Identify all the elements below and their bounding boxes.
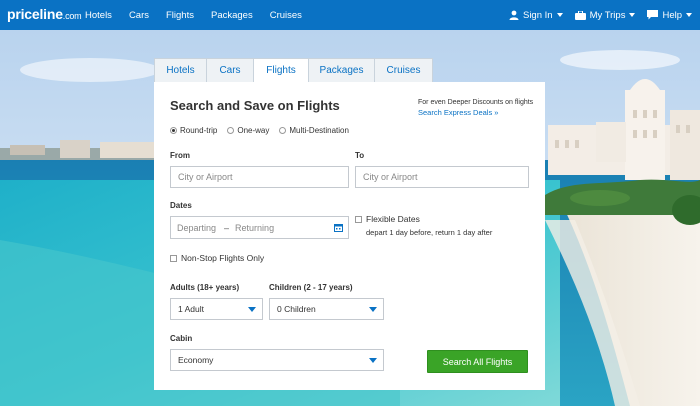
radio-multi-destination[interactable]: Multi-Destination (279, 126, 349, 135)
returning-placeholder: Returning (235, 222, 275, 233)
from-label: From (170, 151, 190, 160)
tab-packages[interactable]: Packages (308, 58, 375, 82)
nav-hotels[interactable]: Hotels (85, 10, 112, 21)
checkbox-icon (355, 215, 362, 223)
chat-bubble-icon (647, 10, 659, 20)
to-input[interactable] (363, 172, 528, 182)
departing-placeholder: Departing (177, 222, 217, 233)
nav-cars[interactable]: Cars (129, 10, 149, 21)
adults-value: 1 Adult (178, 304, 204, 314)
nav-flights[interactable]: Flights (166, 10, 194, 21)
checkbox-icon (170, 254, 177, 262)
to-field[interactable] (355, 166, 529, 188)
chevron-down-icon (556, 13, 563, 17)
tab-cars[interactable]: Cars (206, 58, 254, 82)
chevron-down-icon (629, 13, 636, 17)
flexible-dates-note: depart 1 day before, return 1 day after (366, 228, 493, 237)
radio-selected-icon (170, 127, 177, 134)
nonstop-label: Non-Stop Flights Only (181, 253, 265, 263)
product-tabs: Hotels Cars Flights Packages Cruises (154, 58, 433, 82)
tab-flights[interactable]: Flights (253, 58, 309, 82)
top-nav-bar: priceline.com Hotels Cars Flights Packag… (0, 0, 700, 30)
flexible-dates-label: Flexible Dates (366, 214, 420, 224)
dates-picker[interactable]: Departing – Returning (170, 216, 349, 239)
nav-cruises[interactable]: Cruises (270, 10, 302, 21)
to-label: To (355, 151, 365, 160)
radio-unselected-icon (279, 127, 287, 134)
flexible-dates-checkbox[interactable]: Flexible Dates (355, 214, 420, 224)
search-all-flights-button[interactable]: Search All Flights (427, 350, 528, 373)
suitcase-icon (574, 10, 586, 20)
nonstop-checkbox[interactable]: Non-Stop Flights Only (170, 253, 264, 263)
children-label: Children (2 - 17 years) (269, 283, 353, 292)
cabin-label: Cabin (170, 334, 193, 343)
dropdown-arrow-icon (369, 307, 377, 312)
help-menu[interactable]: Help (647, 10, 692, 21)
radio-round-trip[interactable]: Round-trip (170, 126, 217, 135)
radio-unselected-icon (227, 127, 235, 134)
logo-text: priceline (7, 6, 63, 22)
my-trips-label: My Trips (589, 9, 626, 21)
sign-in-menu[interactable]: Sign In (509, 10, 563, 21)
tab-hotels[interactable]: Hotels (154, 58, 207, 82)
adults-select[interactable]: 1 Adult (170, 298, 263, 320)
from-field[interactable] (170, 166, 349, 188)
chevron-down-icon (686, 13, 692, 17)
trip-type-group: Round-trip One-way Multi-Destination (170, 126, 359, 135)
dates-label: Dates (170, 201, 192, 210)
tab-cruises[interactable]: Cruises (374, 58, 433, 82)
flight-search-form: Search and Save on Flights For even Deep… (154, 82, 545, 390)
express-deals-promo: For even Deeper Discounts on flights (418, 99, 534, 106)
radio-label: One-way (237, 126, 270, 135)
priceline-logo[interactable]: priceline.com (7, 6, 82, 22)
my-trips-menu[interactable]: My Trips (574, 9, 636, 21)
radio-label: Round-trip (180, 126, 218, 135)
user-icon (509, 10, 519, 20)
form-title: Search and Save on Flights (170, 98, 340, 113)
logo-suffix: .com (62, 11, 82, 21)
cabin-select[interactable]: Economy (170, 349, 384, 371)
children-select[interactable]: 0 Children (269, 298, 384, 320)
adults-label: Adults (18+ years) (170, 283, 240, 292)
express-deals-link[interactable]: Search Express Deals » (418, 108, 498, 117)
children-value: 0 Children (277, 304, 316, 314)
radio-label: Multi-Destination (289, 126, 349, 135)
cabin-value: Economy (178, 355, 214, 365)
nav-packages[interactable]: Packages (211, 10, 253, 21)
calendar-icon (334, 224, 343, 232)
from-input[interactable] (178, 172, 348, 182)
sign-in-label: Sign In (522, 9, 553, 21)
main-nav: Hotels Cars Flights Packages Cruises (85, 0, 319, 30)
help-label: Help (662, 9, 682, 21)
account-nav: Sign In My Trips Help (509, 0, 700, 30)
dropdown-arrow-icon (369, 358, 377, 363)
date-separator: – (224, 222, 230, 233)
radio-one-way[interactable]: One-way (227, 126, 269, 135)
dropdown-arrow-icon (248, 307, 256, 312)
